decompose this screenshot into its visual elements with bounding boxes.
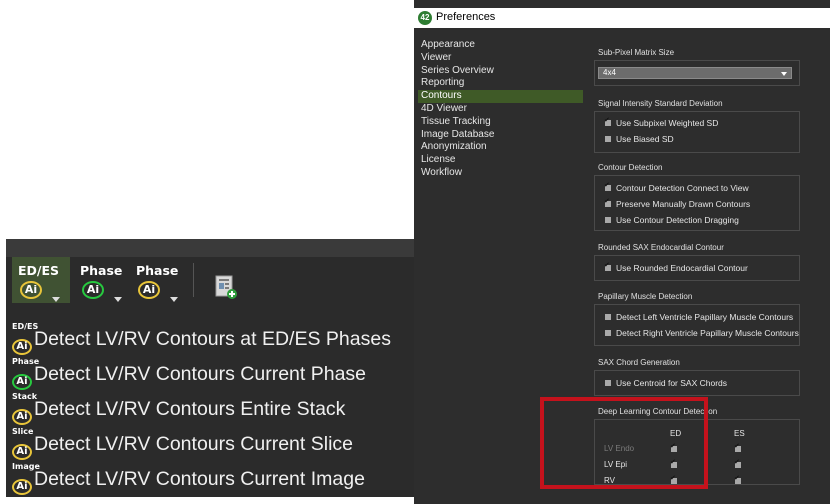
menu-item-detect-stack[interactable]: Stack Ai Detect LV/RV Contours Entire St…: [6, 392, 414, 427]
menu-item-tag: Slice: [12, 427, 34, 436]
add-report-button[interactable]: [214, 275, 238, 304]
section-header-subpixel: Sub-Pixel Matrix Size: [598, 48, 675, 57]
signal-group: Use Subpixel Weighted SD Use Biased SD: [594, 111, 800, 153]
checkbox-use-biased-sd[interactable]: Use Biased SD: [605, 134, 674, 144]
dropdown-arrow-icon[interactable]: [52, 297, 60, 302]
checkbox-rv-es[interactable]: [734, 474, 741, 484]
preferences-sidebar: Appearance Viewer Series Overview Report…: [418, 39, 583, 180]
sidebar-item-reporting[interactable]: Reporting: [418, 77, 583, 90]
ai-icon: Ai: [20, 281, 42, 299]
contour-detection-group: Contour Detection Connect to View Preser…: [594, 175, 800, 231]
detect-ed-es-button[interactable]: ED/ES Ai: [12, 257, 70, 303]
ai-icon: Ai: [12, 374, 32, 390]
checkbox-preserve-manual-contours[interactable]: Preserve Manually Drawn Contours: [604, 197, 751, 209]
detect-phase-button[interactable]: Phase Ai: [74, 257, 126, 303]
menu-item-detect-phase[interactable]: Phase Ai Detect LV/RV Contours Current P…: [6, 357, 414, 392]
papillary-group: Detect Left Ventricle Papillary Muscle C…: [594, 304, 800, 346]
toolbar-top-strip: [6, 239, 414, 257]
checkbox-connect-to-view[interactable]: Contour Detection Connect to View: [604, 181, 749, 193]
checkbox-label: Use Biased SD: [616, 134, 674, 144]
window-title: Preferences: [436, 11, 496, 23]
checkbox-label: Use Rounded Endocardial Contour: [616, 263, 748, 273]
ai-icon: Ai: [12, 339, 32, 355]
sidebar-item-viewer[interactable]: Viewer: [418, 52, 583, 65]
detect-phase-alt-button[interactable]: Phase Ai: [130, 257, 182, 303]
checkbox-icon[interactable]: [605, 380, 611, 386]
dropdown-arrow-icon[interactable]: [114, 297, 122, 302]
sidebar-item-4d-viewer[interactable]: 4D Viewer: [418, 103, 583, 116]
checkbox-lv-epi-es[interactable]: [734, 458, 741, 468]
subpixel-matrix-select[interactable]: 4x4: [598, 67, 792, 79]
section-header-rounded-sax: Rounded SAX Endocardial Contour: [598, 243, 724, 252]
menu-item-label: Detect LV/RV Contours Current Image: [34, 468, 365, 490]
checkbox-label: Detect Left Ventricle Papillary Muscle C…: [616, 312, 794, 322]
ed-es-button-label: ED/ES: [18, 263, 60, 278]
checkbox-icon[interactable]: [604, 197, 611, 207]
checkbox-rounded-endocardial[interactable]: Use Rounded Endocardial Contour: [604, 261, 748, 273]
checkbox-use-subpixel-weighted-sd[interactable]: Use Subpixel Weighted SD: [604, 116, 719, 128]
rounded-sax-group: Use Rounded Endocardial Contour: [594, 255, 800, 281]
section-header-papillary: Papillary Muscle Detection: [598, 292, 693, 301]
sidebar-item-tissue-tracking[interactable]: Tissue Tracking: [418, 116, 583, 129]
dropdown-arrow-icon[interactable]: [170, 297, 178, 302]
checkbox-icon[interactable]: [604, 261, 611, 271]
checkbox-right-papillary[interactable]: Detect Right Ventricle Papillary Muscle …: [605, 328, 799, 338]
highlight-annotation-box: [540, 397, 708, 489]
report-add-icon: [215, 275, 237, 299]
checkbox-left-papillary[interactable]: Detect Left Ventricle Papillary Muscle C…: [605, 312, 793, 322]
sidebar-item-contours[interactable]: Contours: [418, 90, 583, 103]
ai-icon: Ai: [138, 281, 160, 299]
phase-alt-button-label: Phase: [136, 263, 179, 278]
checkbox-lv-endo-es[interactable]: [734, 442, 741, 452]
preferences-titlebar: 42 Preferences: [414, 8, 830, 28]
checkbox-icon[interactable]: [605, 330, 611, 336]
sidebar-item-series-overview[interactable]: Series Overview: [418, 65, 583, 78]
menu-item-detect-image[interactable]: Image Ai Detect LV/RV Contours Current I…: [6, 462, 414, 497]
checkbox-label: Use Centroid for SAX Chords: [616, 378, 728, 388]
checkbox-label: Detect Right Ventricle Papillary Muscle …: [616, 328, 799, 338]
contour-detection-toolbar-panel: ED/ES Ai Phase Ai Phase Ai ED/ES Ai Dete…: [6, 239, 414, 497]
menu-item-label: Detect LV/RV Contours Current Phase: [34, 363, 367, 385]
ai-icon: Ai: [12, 409, 32, 425]
checkbox-icon[interactable]: [605, 136, 611, 142]
sidebar-item-anonymization[interactable]: Anonymization: [418, 141, 583, 154]
sax-chord-group: Use Centroid for SAX Chords: [594, 370, 800, 396]
menu-item-detect-slice[interactable]: Slice Ai Detect LV/RV Contours Current S…: [6, 427, 414, 462]
checkbox-use-dragging[interactable]: Use Contour Detection Dragging: [605, 215, 739, 225]
menu-item-label: Detect LV/RV Contours Current Slice: [34, 433, 353, 455]
sidebar-item-workflow[interactable]: Workflow: [418, 167, 583, 180]
ai-icon: Ai: [82, 281, 104, 299]
checkbox-label: Contour Detection Connect to View: [616, 183, 749, 193]
checkbox-centroid-sax-chords[interactable]: Use Centroid for SAX Chords: [605, 378, 727, 388]
ai-icon: Ai: [12, 479, 32, 495]
menu-item-label: Detect LV/RV Contours Entire Stack: [34, 398, 346, 420]
checkbox-label: Use Subpixel Weighted SD: [616, 118, 719, 128]
checkbox-icon[interactable]: [605, 217, 611, 223]
ai-icon: Ai: [12, 444, 32, 460]
sidebar-item-image-database[interactable]: Image Database: [418, 129, 583, 142]
checkbox-label: Use Contour Detection Dragging: [616, 215, 739, 225]
subpixel-matrix-value: 4x4: [603, 68, 616, 77]
menu-item-label: Detect LV/RV Contours at ED/ES Phases: [34, 328, 391, 350]
sidebar-item-appearance[interactable]: Appearance: [418, 39, 583, 52]
checkbox-icon[interactable]: [604, 181, 611, 191]
checkbox-icon[interactable]: [605, 314, 611, 320]
menu-item-detect-ed-es[interactable]: ED/ES Ai Detect LV/RV Contours at ED/ES …: [6, 322, 414, 357]
sidebar-item-license[interactable]: License: [418, 154, 583, 167]
checkbox-label: Preserve Manually Drawn Contours: [616, 199, 751, 209]
chevron-down-icon: [781, 72, 787, 76]
app-icon: 42: [418, 11, 432, 25]
section-header-contour-detection: Contour Detection: [598, 163, 663, 172]
checkbox-icon[interactable]: [604, 116, 611, 126]
column-header-es: ES: [734, 429, 745, 438]
toolbar-separator: [193, 263, 194, 297]
section-header-signal: Signal Intensity Standard Deviation: [598, 99, 723, 108]
phase-button-label: Phase: [80, 263, 123, 278]
section-header-sax-chord: SAX Chord Generation: [598, 358, 680, 367]
